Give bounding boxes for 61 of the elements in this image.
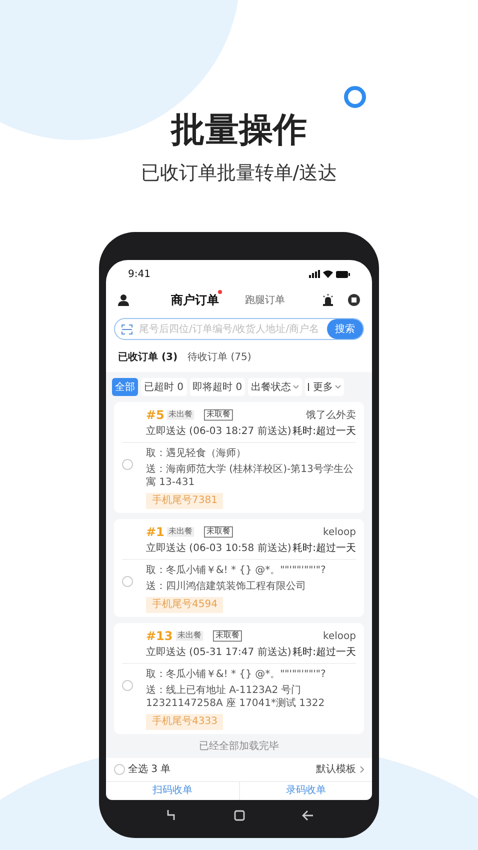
select-all-checkbox[interactable]: 全选 3 单 xyxy=(114,762,171,777)
delivery-address: 送：线上已有地址 A-1123A2 号门 12321147258A 座 17041*测试 1322 xyxy=(146,684,326,710)
select-checkbox[interactable] xyxy=(122,459,133,470)
filter-chip[interactable]: 已超时 0 xyxy=(141,378,187,396)
stamp-icon[interactable] xyxy=(348,294,360,306)
pickup-address: 取：遇见轻食（海师） xyxy=(146,447,247,460)
delivery-address: 送：四川鸿信建筑装饰工程有限公司 xyxy=(146,580,307,593)
signal-icon xyxy=(309,270,320,278)
filter-chip[interactable]: 更多 xyxy=(305,378,344,396)
order-source: keloop xyxy=(323,526,356,540)
page-title: 批量操作 xyxy=(171,109,307,152)
template-selector[interactable]: 默认模板 xyxy=(316,762,364,777)
list-end-text: 已经全部加载完毕 xyxy=(198,740,280,754)
select-checkbox[interactable] xyxy=(122,576,133,587)
pickup-address: 取：冬瓜小铺￥&! * {} @*。""'""'""'"? xyxy=(146,668,327,681)
ring-icon xyxy=(344,86,366,108)
elapsed-time: 耗时:超过一天 xyxy=(292,542,356,556)
order-number: #5 xyxy=(146,407,164,424)
back-icon[interactable] xyxy=(302,810,314,820)
wifi-icon xyxy=(323,270,333,278)
phone-tag: 手机尾号4333 xyxy=(146,714,224,730)
order-tab[interactable]: 待收订单 (75) xyxy=(188,350,252,364)
status-tag: 未出餐 xyxy=(167,410,195,420)
order-number: #13 xyxy=(146,628,173,645)
home-icon[interactable] xyxy=(234,810,244,820)
order-number: #1 xyxy=(146,524,164,541)
order-card[interactable]: #5 未出餐 未取餐 饿了么外卖 立即送达 (06-03 18:27 前送达)耗时:超过一天 取：遇见轻食（海师） 送：海南师范大学 (桂林洋校区)-第13号学生公寓 13-431 手机尾号7381 xyxy=(114,402,364,513)
pickup-address: 取：冬瓜小铺￥&! * {} @*。""'""'""'"? xyxy=(146,564,327,577)
delivery-deadline: 立即送达 (05-31 17:47 前送达) xyxy=(146,646,292,660)
delivery-address: 送：海南师范大学 (桂林洋校区)-第13号学生公寓 13-431 xyxy=(146,463,354,489)
page-subtitle: 已收订单批量转单/送达 xyxy=(140,161,338,186)
status-tag: 未出餐 xyxy=(167,527,195,537)
status-tag: 未取餐 xyxy=(212,630,242,642)
order-source: 饿了么外卖 xyxy=(306,408,356,422)
order-tab[interactable]: 已收订单 (3) xyxy=(118,350,178,364)
filter-chip[interactable]: 出餐状态 xyxy=(248,378,302,396)
chevron-down-icon xyxy=(293,385,300,389)
alarm-light-icon[interactable] xyxy=(322,294,334,306)
filter-chip[interactable]: 即将超时 0 xyxy=(190,378,246,396)
status-tag: 未取餐 xyxy=(204,409,234,421)
scan-icon[interactable] xyxy=(121,324,133,334)
battery-icon xyxy=(336,270,350,278)
delivery-deadline: 立即送达 (06-03 18:27 前送达) xyxy=(146,424,292,439)
chevron-down-icon xyxy=(335,385,342,389)
header-tab[interactable]: 跑腿订单 xyxy=(245,292,285,308)
select-checkbox[interactable] xyxy=(122,680,133,691)
elapsed-time: 耗时:超过一天 xyxy=(292,424,356,439)
phone-tag: 手机尾号4594 xyxy=(146,597,224,613)
status-tag: 未取餐 xyxy=(204,526,234,538)
phone-tag: 手机尾号7381 xyxy=(146,493,224,509)
status-time: 9:41 xyxy=(128,268,150,282)
status-tag: 未出餐 xyxy=(176,631,203,641)
user-icon[interactable] xyxy=(118,294,129,306)
elapsed-time: 耗时:超过一天 xyxy=(292,646,356,660)
order-card[interactable]: #13 未出餐 未取餐 keloop 立即送达 (05-31 17:47 前送达)耗时:超过一天 取：冬瓜小铺￥&! * {} @*。""'""'""'"? 送：线上已有地址 A-1123A2 号门 12321147258A 座 17041*测试 1322 手机尾号4333 xyxy=(114,623,364,734)
order-source: keloop xyxy=(323,630,356,644)
recent-apps-icon[interactable] xyxy=(164,809,176,821)
chevron-right-icon xyxy=(360,766,364,773)
header-tab[interactable]: 商户订单 xyxy=(171,291,219,309)
order-card[interactable]: #1 未出餐 未取餐 keloop 立即送达 (06-03 10:58 前送达)耗时:超过一天 取：冬瓜小铺￥&! * {} @*。""'""'""'"? 送：四川鸿信建筑装饰工程有限公司 手机尾号4594 xyxy=(114,519,364,617)
delivery-deadline: 立即送达 (06-03 10:58 前送达) xyxy=(146,542,292,556)
